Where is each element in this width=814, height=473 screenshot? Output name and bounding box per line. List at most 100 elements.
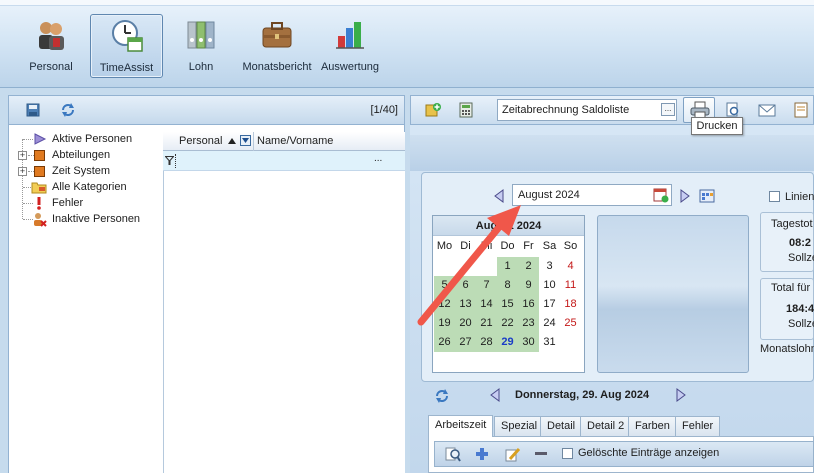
calendar-grid: Mo Di Mi Do Fr Sa So 1 2 3 4 5 6 7 8 9 10 11 12 13 14 15 16 17 1…: [433, 237, 584, 372]
calendar-day[interactable]: 28: [476, 333, 497, 352]
tab-spezial[interactable]: Spezial: [494, 416, 545, 436]
calendar-day[interactable]: 8: [497, 276, 518, 295]
calendar-day[interactable]: 21: [476, 314, 497, 333]
email-icon[interactable]: [758, 102, 776, 118]
calendar-day[interactable]: 27: [455, 333, 476, 352]
print-tooltip: Drucken: [691, 117, 743, 135]
calendar-day[interactable]: 10: [539, 276, 560, 295]
calendar-day[interactable]: 3: [539, 257, 560, 276]
refresh-icon[interactable]: [59, 101, 77, 119]
month-field[interactable]: August 2024: [512, 184, 672, 206]
calendar-day[interactable]: 18: [560, 295, 581, 314]
ribbon-lohn-button[interactable]: Lohn: [165, 14, 237, 78]
calendar-day[interactable]: 5: [434, 276, 455, 295]
column-filter-icon[interactable]: [240, 135, 251, 146]
tree-item-fehler[interactable]: Fehler: [13, 195, 161, 211]
edit-icon[interactable]: [505, 446, 521, 462]
calendar-day[interactable]: 12: [434, 295, 455, 314]
calendar-day[interactable]: 23: [518, 314, 539, 333]
daily-total-title: Tagestot: [771, 218, 813, 230]
expand-icon[interactable]: +: [18, 167, 27, 176]
tab-detail-2[interactable]: Detail 2: [580, 416, 632, 436]
report-select[interactable]: Zeitabrechnung Saldoliste ...: [497, 99, 677, 121]
save-icon[interactable]: [25, 102, 41, 118]
current-date: Donnerstag, 29. Aug 2024: [515, 389, 650, 401]
calendar-day[interactable]: 19: [434, 314, 455, 333]
calendar-weekday-header: Fr: [523, 240, 534, 252]
monthly-total-value: 184:4: [786, 303, 814, 315]
calendar-day[interactable]: 16: [518, 295, 539, 314]
search-icon[interactable]: [445, 446, 461, 462]
calendar-day[interactable]: 13: [455, 295, 476, 314]
grid-filter-row[interactable]: ...: [163, 151, 405, 171]
preview-pane: [597, 215, 749, 373]
tab-farben[interactable]: Farben: [628, 416, 677, 436]
calendar-day[interactable]: 25: [560, 314, 581, 333]
next-day-arrow-icon[interactable]: [674, 388, 688, 402]
report-select-button[interactable]: ...: [661, 103, 675, 116]
next-month-arrow-icon[interactable]: [678, 189, 692, 203]
remove-icon[interactable]: [535, 452, 547, 456]
refresh-icon[interactable]: [433, 387, 451, 405]
calendar-day[interactable]: 26: [434, 333, 455, 352]
tree-item-inaktive-personen[interactable]: Inaktive Personen: [13, 211, 161, 227]
linien-label: Linien: [785, 191, 814, 203]
calendar-day[interactable]: 6: [455, 276, 476, 295]
calendar-day[interactable]: 2: [518, 257, 539, 276]
ribbon-monatsbericht-button[interactable]: Monatsbericht: [239, 14, 315, 78]
calendar-day[interactable]: 30: [518, 333, 539, 352]
calendar-day[interactable]: 17: [539, 295, 560, 314]
calendar-day[interactable]: 11: [560, 276, 581, 295]
sort-ascending-icon[interactable]: [227, 137, 237, 145]
tree-item-aktive-personen[interactable]: Aktive Personen: [13, 131, 161, 147]
tree-item-abteilungen[interactable]: + Abteilungen: [13, 147, 161, 163]
orange-square-icon: [34, 166, 45, 177]
calendar-day[interactable]: 9: [518, 276, 539, 295]
category-tree: Aktive Personen + Abteilungen + Zeit Sys…: [13, 131, 161, 231]
filter-funnel-icon: [165, 156, 174, 165]
ribbon-timeassist-button[interactable]: TimeAssist: [90, 14, 163, 78]
calendar-day[interactable]: 4: [560, 257, 581, 276]
calendar-day[interactable]: 1: [497, 257, 518, 276]
tab-arbeitszeit[interactable]: Arbeitszeit: [428, 415, 494, 437]
calendar-day[interactable]: 29: [497, 333, 518, 352]
show-deleted-checkbox[interactable]: [562, 448, 573, 459]
previous-month-arrow-icon[interactable]: [492, 189, 506, 203]
calendar-weekday-header: Sa: [542, 240, 557, 252]
calendar-day[interactable]: 14: [476, 295, 497, 314]
binders-icon: [187, 21, 215, 49]
filter-ellipsis[interactable]: ...: [374, 153, 382, 164]
orange-square-icon: [34, 150, 45, 161]
calculator-icon[interactable]: [459, 102, 473, 118]
ribbon-auswertung-button[interactable]: Auswertung: [317, 14, 383, 78]
previous-day-arrow-icon[interactable]: [488, 388, 502, 402]
preview-icon[interactable]: [725, 102, 741, 118]
folder-tag-icon: [31, 182, 47, 194]
calendar-day[interactable]: 20: [455, 314, 476, 333]
calendar-picker-icon[interactable]: [653, 187, 669, 203]
expand-icon[interactable]: +: [18, 151, 27, 160]
tree-item-alle-kategorien[interactable]: Alle Kategorien: [13, 179, 161, 195]
tree-item-zeit-system[interactable]: + Zeit System: [13, 163, 161, 179]
ribbon-top-strip: [0, 0, 814, 6]
calendar-day[interactable]: 24: [539, 314, 560, 333]
person-remove-icon: [34, 213, 47, 227]
calendar-day[interactable]: 31: [539, 333, 560, 352]
person-grid: [163, 132, 405, 473]
monthly-total-title: Total für: [771, 282, 811, 294]
calendar-day[interactable]: 15: [497, 295, 518, 314]
tab-fehler[interactable]: Fehler: [675, 416, 721, 436]
ribbon-personal-button[interactable]: Personal: [14, 14, 88, 78]
column-header-label[interactable]: Name/Vorname: [257, 135, 333, 147]
tab-detail[interactable]: Detail: [540, 416, 583, 436]
calendar-grid-icon[interactable]: [699, 188, 715, 204]
add-icon[interactable]: [475, 447, 489, 461]
calendar-day[interactable]: 22: [497, 314, 518, 333]
calendar-day[interactable]: 7: [476, 276, 497, 295]
linien-checkbox[interactable]: [769, 191, 780, 202]
document-icon[interactable]: [794, 102, 808, 118]
right-panel-title-band: [410, 135, 814, 171]
ribbon-bar: Personal TimeAssist Lohn Monatsbericht A…: [0, 0, 814, 88]
column-header-personal[interactable]: Personal: [163, 132, 254, 151]
add-money-icon[interactable]: [425, 102, 441, 118]
